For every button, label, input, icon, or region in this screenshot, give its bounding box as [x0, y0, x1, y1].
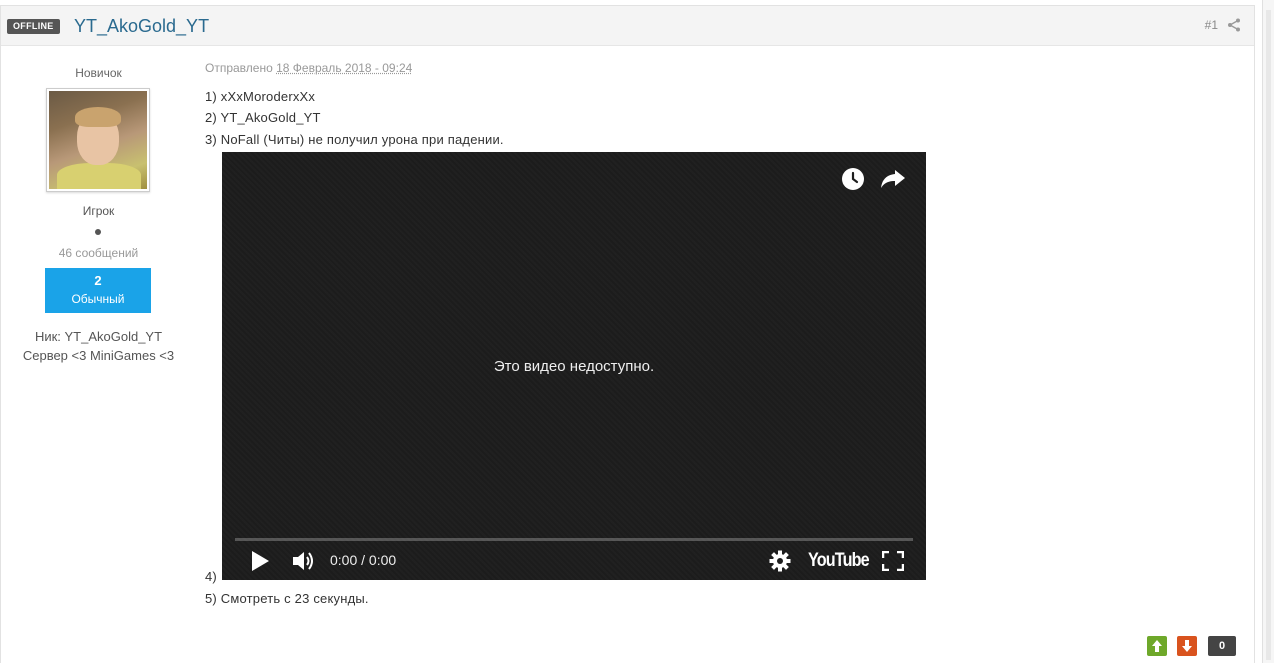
- rank-title: Новичок: [75, 66, 122, 80]
- post-number-link[interactable]: #1: [1205, 18, 1218, 32]
- youtube-embed[interactable]: Это видео недоступно. 0:00 / 0:00 YouTub…: [222, 152, 926, 580]
- server-field: Сервер <3 MiniGames <3: [22, 348, 175, 363]
- status-badge: OFFLINE: [7, 19, 60, 34]
- post-line-1: 1) xXxMoroderxXx: [205, 89, 316, 104]
- status-dot: [95, 229, 101, 235]
- youtube-logo[interactable]: YouTube: [808, 550, 870, 572]
- post-line-4: 4): [205, 569, 217, 584]
- posted-line: Отправлено 18 Февраль 2018 - 09:24: [205, 61, 412, 75]
- vote-down-button[interactable]: [1177, 636, 1197, 656]
- post-line-2: 2) YT_AkoGold_YT: [205, 110, 321, 125]
- play-icon[interactable]: [250, 550, 270, 572]
- forum-post: OFFLINE YT_AkoGold_YT #1 Новичок Игрок 4…: [0, 5, 1255, 663]
- avatar-image: [49, 91, 147, 189]
- nick-field: Ник: YT_AkoGold_YT: [34, 329, 163, 344]
- share-icon[interactable]: [1227, 18, 1241, 32]
- post-header: OFFLINE YT_AkoGold_YT #1: [1, 6, 1254, 46]
- avatar[interactable]: [46, 88, 150, 192]
- volume-icon[interactable]: [292, 550, 316, 572]
- vote-count: 0: [1208, 636, 1236, 656]
- reputation-label: Обычный: [71, 292, 125, 306]
- video-progress-bar[interactable]: [235, 538, 913, 541]
- group-name: Игрок: [82, 204, 115, 218]
- gear-icon[interactable]: [769, 550, 791, 572]
- scrollbar-thumb[interactable]: [1266, 10, 1271, 660]
- video-unavailable-message: Это видео недоступно.: [493, 358, 655, 375]
- page: OFFLINE YT_AkoGold_YT #1 Новичок Игрок 4…: [0, 0, 1274, 663]
- vote-up-button[interactable]: [1147, 636, 1167, 656]
- post-line-5: 5) Смотреть с 23 секунды.: [205, 591, 369, 606]
- arrow-down-icon: [1182, 640, 1192, 652]
- posts-count: 46 сообщений: [58, 246, 139, 260]
- posted-prefix: Отправлено: [205, 61, 273, 75]
- share-arrow-icon[interactable]: [880, 168, 906, 190]
- author-name-link[interactable]: YT_AkoGold_YT: [74, 16, 209, 37]
- posted-date: 18 Февраль 2018 - 09:24: [276, 61, 413, 75]
- video-time: 0:00 / 0:00: [330, 552, 397, 568]
- fullscreen-icon[interactable]: [882, 551, 904, 571]
- reputation-value: 2: [94, 273, 102, 288]
- post-line-3: 3) NoFall (Читы) не получил урона при па…: [205, 132, 504, 147]
- clock-icon[interactable]: [841, 167, 865, 191]
- arrow-up-icon: [1152, 640, 1162, 652]
- reputation-box: 2 Обычный: [45, 268, 151, 313]
